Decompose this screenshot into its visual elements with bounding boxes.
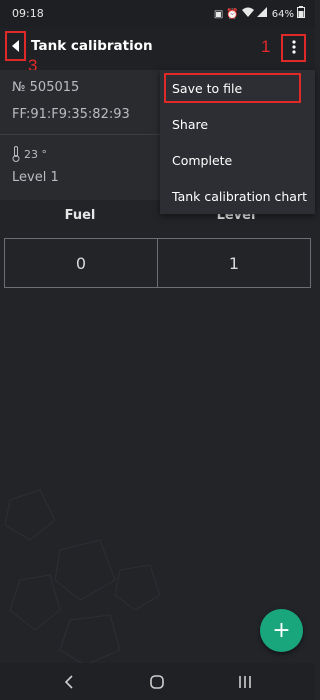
level-name: Level 1 xyxy=(12,170,59,185)
recents-icon xyxy=(239,676,251,688)
level-cell[interactable]: 1 xyxy=(157,239,310,287)
temperature-value: 23 ° xyxy=(24,148,47,161)
overflow-menu-icon xyxy=(291,39,296,58)
battery-icon xyxy=(297,6,305,23)
annotation-1: 1 xyxy=(261,37,271,56)
status-bar: 09:18 ▣ ⏰ 64% xyxy=(0,0,315,28)
fuel-cell[interactable]: 0 xyxy=(5,239,157,287)
overflow-menu-button[interactable] xyxy=(281,34,306,62)
home-icon xyxy=(150,675,164,689)
menu-item-calibration-chart[interactable]: Tank calibration chart xyxy=(160,178,315,214)
column-header-fuel: Fuel xyxy=(64,208,96,223)
nav-recents-button[interactable] xyxy=(234,671,256,693)
menu-item-complete[interactable]: Complete xyxy=(160,142,315,178)
sim-icon: ▣ xyxy=(213,8,224,20)
nav-home-button[interactable] xyxy=(146,671,168,693)
status-icons: ▣ ⏰ 64% xyxy=(214,6,305,23)
device-serial: № 505015 xyxy=(12,80,80,95)
wifi-icon xyxy=(241,7,254,22)
device-mac: FF:91:F9:35:82:93 xyxy=(12,107,130,122)
background-pattern xyxy=(4,489,161,665)
page-title: Tank calibration xyxy=(31,38,153,54)
back-icon xyxy=(65,675,73,689)
thermometer-icon xyxy=(12,146,20,166)
back-button[interactable] xyxy=(5,31,26,61)
signal-icon xyxy=(256,7,267,22)
battery-percent: 64% xyxy=(271,9,294,20)
system-nav-bar xyxy=(0,663,315,700)
back-arrow-icon xyxy=(11,37,20,56)
nav-back-button[interactable] xyxy=(58,671,80,693)
status-time: 09:18 xyxy=(12,7,44,20)
table-row[interactable]: 0 1 xyxy=(4,238,311,288)
menu-item-share[interactable]: Share xyxy=(160,106,315,142)
annotation-highlight-box xyxy=(164,73,301,103)
alarm-icon: ⏰ xyxy=(226,8,239,20)
add-button[interactable]: + xyxy=(260,609,303,652)
